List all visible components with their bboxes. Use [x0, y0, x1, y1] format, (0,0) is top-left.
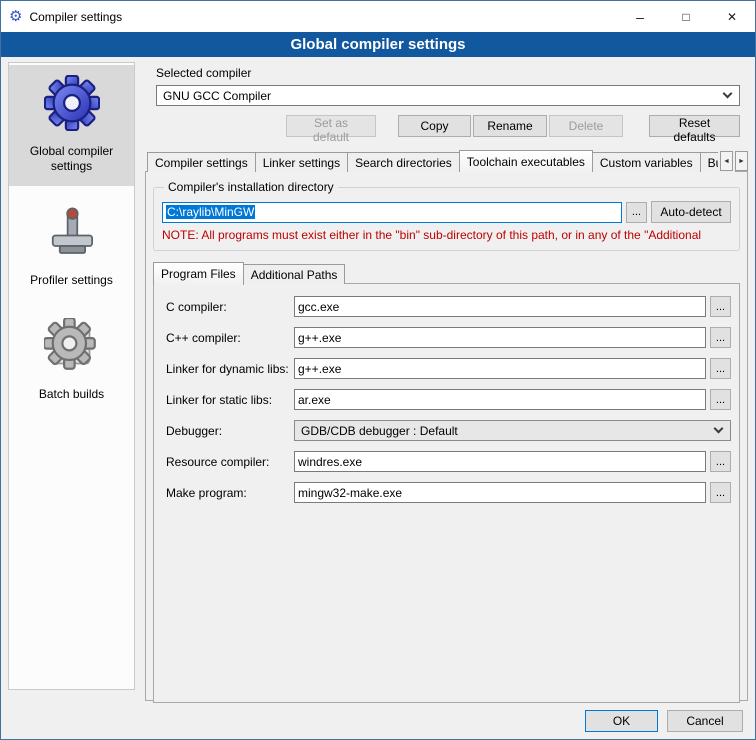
cpp-compiler-value: g++.exe [298, 331, 341, 345]
tab-search-directories[interactable]: Search directories [347, 152, 460, 172]
debugger-row: Debugger: GDB/CDB debugger : Default [162, 420, 731, 441]
static-linker-input[interactable]: ar.exe [294, 389, 706, 410]
tab-program-files[interactable]: Program Files [153, 262, 244, 285]
tab-scroll-left-button[interactable]: ◄ [720, 151, 733, 171]
cpp-compiler-input[interactable]: g++.exe [294, 327, 706, 348]
sidebar-item-global-compiler-settings[interactable]: Global compiler settings [9, 65, 134, 186]
compiler-actions: Set as default Copy Rename Delete Reset … [156, 115, 740, 137]
static-linker-browse-button[interactable]: ... [710, 389, 731, 410]
sidebar-item-label: Batch builds [39, 387, 104, 402]
tab-compiler-settings[interactable]: Compiler settings [147, 152, 256, 172]
cpp-compiler-label: C++ compiler: [162, 331, 294, 345]
make-program-row: Make program: mingw32-make.exe ... [162, 482, 731, 503]
dynamic-linker-browse-button[interactable]: ... [710, 358, 731, 379]
c-compiler-input[interactable]: gcc.exe [294, 296, 706, 317]
reset-defaults-button[interactable]: Reset defaults [649, 115, 740, 137]
bin-subdirectory-note: NOTE: All programs must exist either in … [162, 228, 731, 242]
static-linker-value: ar.exe [298, 393, 331, 407]
window-title: Compiler settings [29, 10, 122, 24]
dynamic-linker-input[interactable]: g++.exe [294, 358, 706, 379]
sidebar-item-batch-builds[interactable]: Batch builds [9, 308, 134, 414]
static-linker-row: Linker for static libs: ar.exe ... [162, 389, 731, 410]
window-controls: – □ ✕ [617, 1, 755, 32]
titlebar: ⚙ Compiler settings – □ ✕ [1, 1, 755, 32]
program-files-tabstrip: Program Files Additional Paths [153, 261, 740, 284]
chevron-down-icon [723, 89, 733, 99]
sidebar-item-label: Global compiler settings [15, 144, 128, 174]
installation-directory-title: Compiler's installation directory [164, 180, 338, 194]
app-gear-icon: ⚙ [9, 9, 22, 24]
minimize-button[interactable]: – [617, 1, 663, 32]
selected-compiler-label: Selected compiler [156, 66, 748, 80]
set-as-default-button[interactable]: Set as default [286, 115, 376, 137]
dialog-header-title: Global compiler settings [290, 36, 465, 53]
install-dir-value: C:\raylib\MinGW [166, 205, 255, 219]
make-program-browse-button[interactable]: ... [710, 482, 731, 503]
resource-compiler-input[interactable]: windres.exe [294, 451, 706, 472]
debugger-select[interactable]: GDB/CDB debugger : Default [294, 420, 731, 441]
cpp-compiler-browse-button[interactable]: ... [710, 327, 731, 348]
cancel-button[interactable]: Cancel [667, 710, 743, 732]
dynamic-linker-row: Linker for dynamic libs: g++.exe ... [162, 358, 731, 379]
make-program-label: Make program: [162, 486, 294, 500]
dialog-footer: OK Cancel [585, 710, 743, 732]
resource-compiler-browse-button[interactable]: ... [710, 451, 731, 472]
static-linker-label: Linker for static libs: [162, 393, 294, 407]
sidebar-item-label: Profiler settings [30, 273, 113, 288]
tab-linker-settings[interactable]: Linker settings [255, 152, 348, 172]
sidebar-item-profiler-settings[interactable]: Profiler settings [9, 194, 134, 300]
tab-scroll-right-button[interactable]: ► [735, 151, 748, 171]
install-dir-browse-button[interactable]: ... [626, 202, 647, 223]
resource-compiler-value: windres.exe [298, 455, 362, 469]
settings-category-list: Global compiler settings Profiler settin… [8, 62, 135, 690]
chevron-down-icon [714, 424, 724, 434]
gray-gear-icon [44, 318, 100, 374]
installation-directory-groupbox: Compiler's installation directory C:\ray… [153, 180, 740, 251]
selected-compiler-value: GNU GCC Compiler [163, 89, 271, 103]
tab-custom-variables[interactable]: Custom variables [592, 152, 701, 172]
maximize-button[interactable]: □ [663, 1, 709, 32]
copy-button[interactable]: Copy [398, 115, 471, 137]
dialog-body: Global compiler settings Profiler settin… [1, 57, 755, 739]
c-compiler-browse-button[interactable]: ... [710, 296, 731, 317]
auto-detect-button[interactable]: Auto-detect [651, 201, 731, 223]
main-content: Selected compiler GNU GCC Compiler Set a… [145, 57, 748, 739]
resource-compiler-row: Resource compiler: windres.exe ... [162, 451, 731, 472]
install-dir-input[interactable]: C:\raylib\MinGW [162, 202, 622, 223]
rename-button[interactable]: Rename [473, 115, 547, 137]
compiler-settings-window: ⚙ Compiler settings – □ ✕ Global compile… [0, 0, 756, 740]
close-button[interactable]: ✕ [709, 1, 755, 32]
delete-button[interactable]: Delete [549, 115, 623, 137]
selected-compiler-dropdown[interactable]: GNU GCC Compiler [156, 85, 740, 106]
dynamic-linker-label: Linker for dynamic libs: [162, 362, 294, 376]
cpp-compiler-row: C++ compiler: g++.exe ... [162, 327, 731, 348]
tab-scroll-controls: ◄ ► [718, 151, 748, 171]
tab-additional-paths[interactable]: Additional Paths [243, 264, 346, 284]
c-compiler-value: gcc.exe [298, 300, 339, 314]
debugger-label: Debugger: [162, 424, 294, 438]
profiler-tool-icon [44, 204, 100, 260]
blue-gear-icon [44, 75, 100, 131]
tab-toolchain-executables[interactable]: Toolchain executables [459, 150, 593, 172]
toolchain-executables-page: Compiler's installation directory C:\ray… [145, 171, 748, 701]
dynamic-linker-value: g++.exe [298, 362, 341, 376]
program-files-panel: C compiler: gcc.exe ... C++ compiler: g+… [153, 283, 740, 703]
c-compiler-label: C compiler: [162, 300, 294, 314]
debugger-value: GDB/CDB debugger : Default [301, 424, 458, 438]
make-program-input[interactable]: mingw32-make.exe [294, 482, 706, 503]
installation-directory-row: C:\raylib\MinGW ... Auto-detect [162, 201, 731, 223]
compiler-tabstrip: Compiler settings Linker settings Search… [147, 149, 748, 172]
dialog-header: Global compiler settings [1, 32, 755, 57]
c-compiler-row: C compiler: gcc.exe ... [162, 296, 731, 317]
ok-button[interactable]: OK [585, 710, 658, 732]
make-program-value: mingw32-make.exe [298, 486, 402, 500]
resource-compiler-label: Resource compiler: [162, 455, 294, 469]
